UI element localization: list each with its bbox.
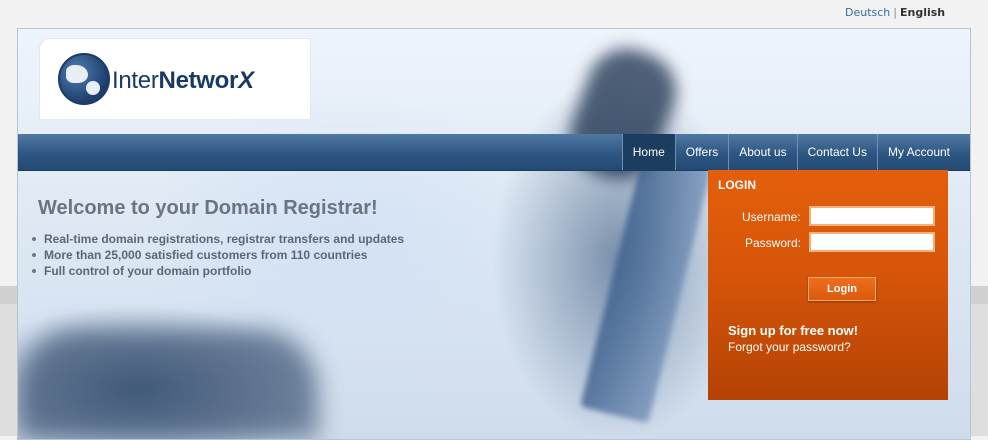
login-button[interactable]: Login bbox=[808, 277, 876, 301]
globe-icon bbox=[58, 53, 110, 105]
login-panel: LOGIN Username: Password: Login Sign up … bbox=[708, 170, 948, 400]
forgot-password-link[interactable]: Forgot your password? bbox=[728, 340, 851, 354]
nav-menu: Home Offers About us Contact Us My Accou… bbox=[621, 134, 960, 170]
hero-frame: InterNetworX Home Offers About us Contac… bbox=[17, 28, 971, 440]
nav-home[interactable]: Home bbox=[621, 134, 675, 170]
logo-wordmark: InterNetworX bbox=[112, 67, 254, 95]
nav-offers[interactable]: Offers bbox=[674, 134, 728, 170]
hero-image-arm bbox=[18, 329, 318, 439]
login-title: LOGIN bbox=[718, 178, 756, 192]
signup-link[interactable]: Sign up for free now! bbox=[728, 323, 858, 338]
feature-item: Full control of your domain portfolio bbox=[28, 263, 404, 279]
feature-list: Real-time domain registrations, registra… bbox=[28, 231, 404, 279]
lang-english-link[interactable]: English bbox=[900, 6, 945, 19]
username-label: Username: bbox=[742, 210, 801, 224]
logo-text-x: X bbox=[238, 67, 254, 94]
logo[interactable]: InterNetworX bbox=[40, 39, 310, 119]
nav-contact-us[interactable]: Contact Us bbox=[796, 134, 877, 170]
feature-item: Real-time domain registrations, registra… bbox=[28, 231, 404, 247]
feature-item: More than 25,000 satisfied customers fro… bbox=[28, 247, 404, 263]
username-field[interactable] bbox=[809, 206, 935, 226]
hero-image-blade bbox=[580, 134, 716, 424]
logo-text-networ: Networ bbox=[158, 67, 239, 94]
password-field[interactable] bbox=[809, 232, 935, 252]
lang-deutsch-link[interactable]: Deutsch bbox=[845, 6, 890, 19]
nav-about-us[interactable]: About us bbox=[728, 134, 796, 170]
logo-text-inter: Inter bbox=[112, 67, 159, 94]
nav-my-account[interactable]: My Account bbox=[876, 134, 960, 170]
language-switcher: Deutsch | English bbox=[845, 6, 945, 19]
lang-separator: | bbox=[893, 6, 897, 19]
welcome-heading: Welcome to your Domain Registrar! bbox=[38, 197, 378, 219]
password-label: Password: bbox=[745, 236, 802, 250]
main-navigation: Home Offers About us Contact Us My Accou… bbox=[18, 134, 970, 171]
